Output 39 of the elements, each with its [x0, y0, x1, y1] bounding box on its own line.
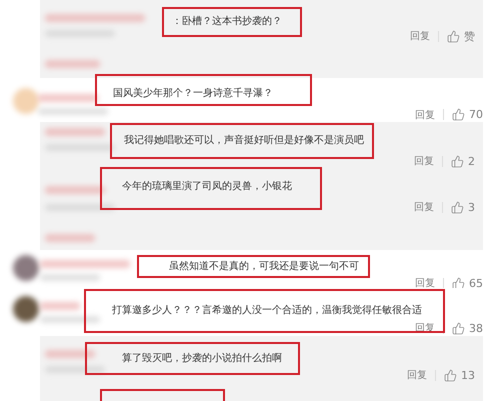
thumbs-up-icon [447, 30, 460, 42]
reply-link[interactable]: 回复 [415, 276, 435, 290]
comment-text: 虽然知道不是真的，可我还是要说一句不可 [169, 260, 359, 274]
like-button[interactable]: 3 [451, 200, 475, 214]
blurred-text [45, 234, 95, 242]
avatar [13, 255, 39, 281]
like-button[interactable]: 赞 [447, 28, 475, 44]
reply-link[interactable]: 回复 [414, 200, 434, 214]
comment-text: 算了毁灭吧，抄袭的小说拍什么拍啊 [122, 352, 282, 366]
like-button[interactable]: 13 [444, 368, 475, 382]
blurred-text [45, 186, 105, 194]
thumbs-up-icon [451, 154, 464, 168]
thumbs-up-icon [451, 200, 464, 214]
blurred-text [45, 350, 95, 358]
blurred-text [40, 302, 80, 310]
thumbs-up-icon [452, 108, 465, 121]
like-button[interactable]: 38 [452, 322, 483, 334]
comment-text: 今年的琉璃里演了司凤的灵兽，小银花 [122, 180, 292, 194]
thumbs-up-icon [444, 368, 457, 382]
blurred-text [40, 274, 100, 281]
reply-link[interactable]: 回复 [414, 154, 434, 168]
like-button[interactable]: 2 [451, 154, 475, 168]
avatar [13, 296, 39, 322]
reply-link[interactable]: 回复 [415, 108, 435, 122]
reply-link[interactable]: 回复 [410, 29, 430, 43]
comment-text: 国风美少年那个？一身诗意千寻瀑？ [113, 87, 273, 101]
blurred-text [40, 316, 100, 323]
comment-text: ：卧槽？这本书抄袭的？ [172, 15, 282, 29]
avatar [13, 88, 39, 114]
thumbs-up-icon [452, 322, 465, 334]
blurred-text [45, 60, 100, 68]
reply-link[interactable]: 回复 [407, 368, 427, 382]
like-button[interactable]: 70 [452, 108, 483, 121]
comment-text: 打算邀多少人？？？言希邀的人没一个合适的，温衡我觉得任敏很合适 [112, 304, 422, 318]
blurred-text [38, 94, 98, 102]
blurred-text [38, 108, 108, 115]
blurred-text [45, 144, 115, 151]
comment-text: 我记得她唱歌还可以，声音挺好听但是好像不是演员吧 [124, 134, 364, 148]
blurred-text [45, 128, 105, 136]
